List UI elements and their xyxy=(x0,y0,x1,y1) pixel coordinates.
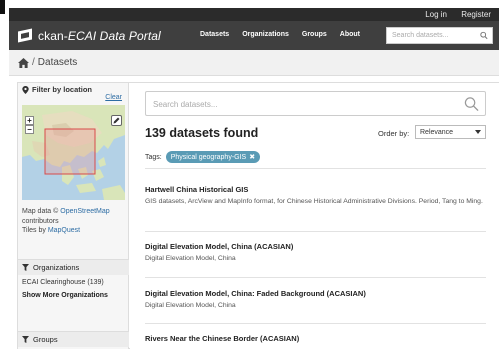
dataset-search-input[interactable]: Search datasets... xyxy=(145,91,486,116)
left-gutter xyxy=(0,0,9,349)
facet-organizations-heading: Organizations xyxy=(18,260,129,275)
facet-groups: Groups xyxy=(18,331,129,347)
dataset-title[interactable]: Digital Elevation Model, China: Faded Ba… xyxy=(145,289,486,298)
zoom-in-button[interactable]: + xyxy=(25,116,34,125)
dataset-divider xyxy=(145,277,486,278)
location-map[interactable]: + − xyxy=(22,105,125,200)
remove-tag-icon[interactable]: ✖ xyxy=(249,153,255,161)
dataset-notes: GIS datasets, ArcView and MapInfo format… xyxy=(145,198,483,205)
dataset-item: Digital Elevation Model, China (ACASIAN)… xyxy=(145,242,486,264)
dataset-divider xyxy=(145,323,486,324)
facet-groups-heading: Groups xyxy=(18,332,129,347)
show-more-organizations-link[interactable]: Show More Organizations xyxy=(18,289,129,302)
breadcrumb-separator: / xyxy=(32,57,35,68)
breadcrumb: / Datasets xyxy=(18,57,77,68)
sidebar: Filter by location Clear + − Map data © … xyxy=(18,83,129,349)
filter-by-location-label: Filter by location xyxy=(32,85,93,94)
mapquest-link[interactable]: MapQuest xyxy=(48,227,80,234)
nav-datasets[interactable]: Datasets xyxy=(200,31,229,38)
top-search-input[interactable]: Search datasets... xyxy=(386,27,493,44)
facet-item-ecai-clearinghouse[interactable]: ECAI Clearinghouse (139) xyxy=(18,275,129,289)
dataset-title[interactable]: Hartwell China Historical GIS xyxy=(145,185,486,194)
contributors-text: contributors xyxy=(22,217,59,225)
map-data-text: Map data © xyxy=(22,208,59,215)
site-title-prefix: ckan- xyxy=(38,28,68,43)
login-link[interactable]: Log in xyxy=(425,10,447,19)
active-tag-pill[interactable]: Physical geography-GIS ✖ xyxy=(165,151,261,163)
dataset-item: Hartwell China Historical GIS GIS datase… xyxy=(145,185,486,207)
results-count: 139 datasets found xyxy=(145,126,259,140)
map-attribution: Map data © OpenStreetMap contributors Ti… xyxy=(22,207,126,236)
dataset-title[interactable]: Digital Elevation Model, China (ACASIAN) xyxy=(145,242,486,251)
openstreetmap-link[interactable]: OpenStreetMap xyxy=(60,208,109,215)
left-corner-block xyxy=(0,0,5,14)
masthead: ckan-ECAI Data Portal Datasets Organizat… xyxy=(9,21,499,50)
pencil-icon xyxy=(113,117,120,124)
active-tag-label: Physical geography-GIS xyxy=(170,153,247,161)
map-marker-icon xyxy=(22,85,29,94)
main-wrapper: Filter by location Clear + − Map data © … xyxy=(17,82,499,349)
order-by-label: Order by: xyxy=(378,129,410,138)
nav-groups[interactable]: Groups xyxy=(302,31,327,38)
facet-organizations: Organizations ECAI Clearinghouse (139) S… xyxy=(18,259,129,302)
search-icon[interactable] xyxy=(480,31,488,40)
dataset-title[interactable]: Rivers Near the Chinese Border (ACASIAN) xyxy=(145,334,486,343)
breadcrumb-datasets[interactable]: Datasets xyxy=(38,57,77,68)
search-icon[interactable] xyxy=(464,96,479,112)
register-link[interactable]: Register xyxy=(461,10,491,19)
top-search-placeholder: Search datasets... xyxy=(392,32,449,39)
ckan-logo-icon xyxy=(18,28,34,43)
facet-groups-title: Groups xyxy=(33,335,58,344)
dataset-results: Search datasets... 139 datasets found Or… xyxy=(130,83,499,349)
clear-location-link[interactable]: Clear xyxy=(105,94,122,101)
tags-label: Tags: xyxy=(145,153,162,161)
active-filters: Tags: Physical geography-GIS ✖ xyxy=(145,151,261,163)
filter-icon xyxy=(22,336,29,343)
home-icon[interactable] xyxy=(18,57,29,68)
toolbar: / Datasets xyxy=(9,50,499,76)
draw-area-button[interactable] xyxy=(111,115,122,126)
filter-by-location-heading: Filter by location xyxy=(22,85,92,94)
site-title-name: ECAI Data Portal xyxy=(67,28,161,43)
dataset-item: Digital Elevation Model, China: Faded Ba… xyxy=(145,289,486,311)
order-by-value: Relevance xyxy=(420,129,454,136)
dataset-notes: Digital Elevation Model, China xyxy=(145,302,236,309)
results-divider xyxy=(145,168,486,169)
dataset-item: Rivers Near the Chinese Border (ACASIAN) xyxy=(145,334,486,343)
site-title: ckan-ECAI Data Portal xyxy=(38,29,161,43)
nav-about[interactable]: About xyxy=(340,31,360,38)
main-nav: Datasets Organizations Groups About xyxy=(200,31,373,38)
facet-organizations-title: Organizations xyxy=(33,263,80,272)
map-zoom-controls: + − xyxy=(25,116,34,134)
chevron-down-icon xyxy=(475,130,481,134)
site-brand[interactable]: ckan-ECAI Data Portal xyxy=(18,27,161,44)
order-by-select[interactable]: Relevance xyxy=(415,125,486,139)
filter-icon xyxy=(22,264,29,271)
dataset-notes: Digital Elevation Model, China xyxy=(145,255,236,262)
nav-organizations[interactable]: Organizations xyxy=(242,31,289,38)
account-bar: Log in Register xyxy=(9,8,499,21)
dataset-divider xyxy=(145,231,486,232)
zoom-out-button[interactable]: − xyxy=(25,125,34,134)
dataset-search-placeholder: Search datasets... xyxy=(153,100,218,109)
map-tiles xyxy=(22,105,125,200)
tiles-by-text: Tiles by xyxy=(22,227,46,234)
